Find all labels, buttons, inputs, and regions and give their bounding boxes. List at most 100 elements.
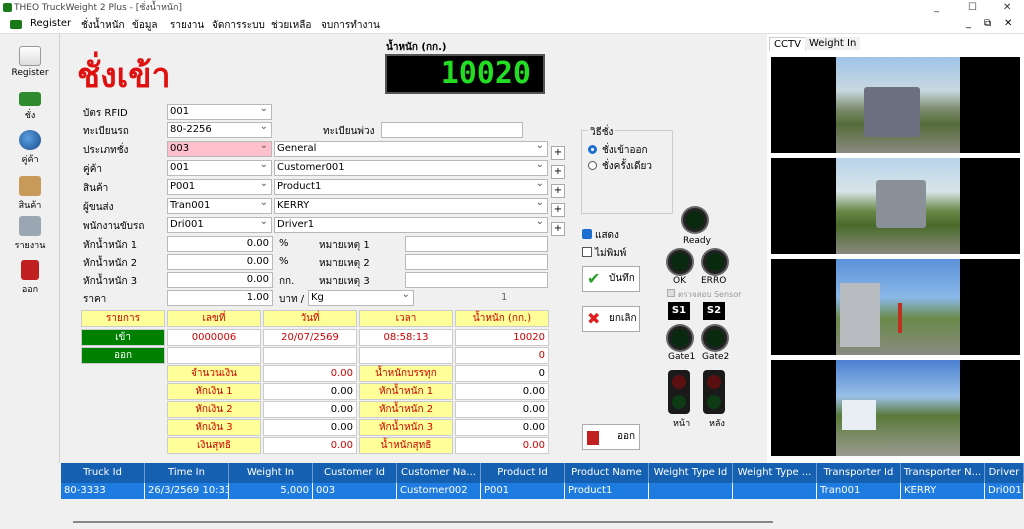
grid-header-cell[interactable]: Customer Id — [313, 463, 397, 483]
note1-input[interactable] — [405, 236, 548, 252]
noprint-checkbox[interactable] — [582, 247, 592, 257]
rfid-label: บัตร RFID — [83, 108, 128, 119]
sidebar-item-product[interactable]: สินค้า — [4, 176, 56, 212]
window-title: THEO TruckWeight 2 Plus - [ชั่งน้ำหนัก] — [14, 3, 182, 13]
ok-label: OK — [673, 276, 686, 286]
sidebar-item-register[interactable]: Register — [4, 46, 56, 78]
method-radio-1[interactable] — [588, 145, 597, 154]
tab-cctv[interactable]: CCTV — [769, 37, 806, 51]
driver-add-button[interactable]: + — [551, 222, 565, 236]
menu-system[interactable]: จัดการระบบ — [212, 18, 265, 33]
sensor-checkbox[interactable] — [667, 289, 675, 297]
note1-label: หมายเหตุ 1 — [319, 240, 370, 251]
note2-label: หมายเหตุ 2 — [319, 258, 370, 269]
camera-view-1 — [771, 57, 1020, 153]
driver-name-select[interactable]: Driver1 — [274, 215, 548, 233]
out-row-button[interactable]: ออก — [81, 347, 165, 364]
mdi-close-button[interactable]: ✕ — [1004, 18, 1012, 29]
deduct2-input[interactable]: 0.00 — [167, 254, 273, 270]
money-value: 0.00 — [263, 419, 357, 436]
partner-add-button[interactable]: + — [551, 165, 565, 179]
method-group: วิธีชั่ง ชั่งเข้าออก ชั่งครั้งเดียว — [581, 125, 673, 214]
grid-header-cell[interactable]: Weight In — [229, 463, 313, 483]
close-button[interactable]: ✕ — [1003, 0, 1011, 16]
price-input[interactable]: 1.00 — [167, 290, 273, 306]
type-name-select[interactable]: General — [274, 139, 548, 157]
weight-sum-value: 0.00 — [455, 419, 549, 436]
transporter-code-select[interactable]: Tran001 — [167, 196, 272, 214]
trailer-input[interactable] — [381, 122, 523, 138]
method-opt2-label: ชั่งครั้งเดียว — [602, 161, 652, 172]
s2-button[interactable]: S2 — [703, 302, 725, 320]
menu-data[interactable]: ข้อมูล — [132, 18, 158, 33]
out-weight: 0 — [455, 347, 549, 364]
tab-weight-in[interactable]: Weight In — [805, 37, 861, 50]
product-code-select[interactable]: P001 — [167, 177, 272, 195]
product-add-button[interactable]: + — [551, 184, 565, 198]
grid-header-cell[interactable]: Transporter N... — [901, 463, 985, 483]
grid-header-cell[interactable]: Time In — [145, 463, 229, 483]
in-row-button[interactable]: เข้า — [81, 329, 165, 346]
grid-header-cell[interactable]: Customer Na... — [397, 463, 481, 483]
sidebar-item-report[interactable]: รายงาน — [4, 216, 56, 252]
menu-bar: Register ชั่งน้ำหนัก ข้อมูล รายงาน จัดกา… — [0, 16, 1024, 34]
grid-header-cell[interactable]: Weight Type ... — [733, 463, 817, 483]
price-per-select[interactable]: Kg — [308, 288, 414, 306]
cancel-button[interactable]: ✖ ยกเลิก — [582, 306, 640, 332]
rfid-select[interactable]: 001 — [167, 102, 272, 120]
transporter-name-select[interactable]: KERRY — [274, 196, 548, 214]
sidebar-item-weigh[interactable]: ชั่ง — [4, 92, 56, 122]
note3-label: หมายเหตุ 3 — [319, 276, 370, 287]
menu-weigh[interactable]: ชั่งน้ำหนัก — [81, 18, 125, 33]
type-code-select[interactable]: 003 — [167, 139, 272, 157]
grid-cell: Tran001 — [817, 483, 901, 499]
save-button[interactable]: ✔ บันทึก — [582, 266, 640, 292]
deduct1-input[interactable]: 0.00 — [167, 236, 273, 252]
menu-report[interactable]: รายงาน — [170, 18, 204, 33]
plate-select[interactable]: 80-2256 — [167, 120, 272, 138]
gate1-lamp — [668, 326, 692, 350]
menu-register[interactable]: Register — [30, 18, 71, 29]
product-name-select[interactable]: Product1 — [274, 177, 548, 195]
grid-header-cell[interactable]: Driver — [985, 463, 1024, 483]
exit-button[interactable]: ออก — [582, 424, 640, 450]
note2-input[interactable] — [405, 254, 548, 270]
sidebar-item-partner[interactable]: คู่ค้า — [4, 130, 56, 166]
grid-header-cell[interactable]: Transporter Id — [817, 463, 901, 483]
price-count: 1 — [501, 292, 508, 303]
minimize-button[interactable]: _ — [934, 0, 939, 16]
weight-sum-value: 0.00 — [455, 437, 549, 454]
type-add-button[interactable]: + — [551, 146, 565, 160]
weight-sum-label: หักน้ำหนัก 1 — [359, 383, 453, 400]
sidebar-item-label: Register — [11, 68, 49, 78]
partner-icon — [19, 130, 41, 150]
menu-quit[interactable]: จบการทำงาน — [321, 18, 380, 33]
maximize-button[interactable]: ☐ — [968, 0, 977, 16]
s1-button[interactable]: S1 — [668, 302, 690, 320]
mdi-restore-button[interactable]: ⧉ — [984, 18, 991, 29]
table-row[interactable]: 80-3333 26/3/2569 10:33 5,000 003 Custom… — [61, 483, 1024, 499]
transporter-add-button[interactable]: + — [551, 203, 565, 217]
note3-input[interactable] — [405, 272, 548, 288]
deduct3-input[interactable]: 0.00 — [167, 272, 273, 288]
grid-header-cell[interactable]: Product Id — [481, 463, 565, 483]
deduct2-unit: % — [279, 256, 289, 267]
grid-cell: 80-3333 — [61, 483, 145, 499]
grid-header-cell[interactable]: Product Name — [565, 463, 649, 483]
show-checkbox[interactable] — [582, 229, 592, 239]
horizontal-scrollbar[interactable] — [73, 521, 773, 523]
in-date: 20/07/2569 — [263, 329, 357, 346]
menu-help[interactable]: ช่วยเหลือ — [271, 18, 311, 33]
sidebar-item-exit[interactable]: ออก — [4, 260, 56, 296]
grid-header-cell[interactable]: Truck Id — [61, 463, 145, 483]
camera-view-3 — [771, 259, 1020, 355]
show-label: แสดง — [595, 230, 619, 241]
driver-code-select[interactable]: Dri001 — [167, 215, 272, 233]
partner-name-select[interactable]: Customer001 — [274, 158, 548, 176]
method-radio-2[interactable] — [588, 161, 597, 170]
mdi-minimize-button[interactable]: _ — [966, 18, 971, 29]
back-label: หลัง — [709, 419, 725, 429]
weight-sum-label: น้ำหนักสุทธิ — [359, 437, 453, 454]
partner-code-select[interactable]: 001 — [167, 158, 272, 176]
grid-header-cell[interactable]: Weight Type Id — [649, 463, 733, 483]
